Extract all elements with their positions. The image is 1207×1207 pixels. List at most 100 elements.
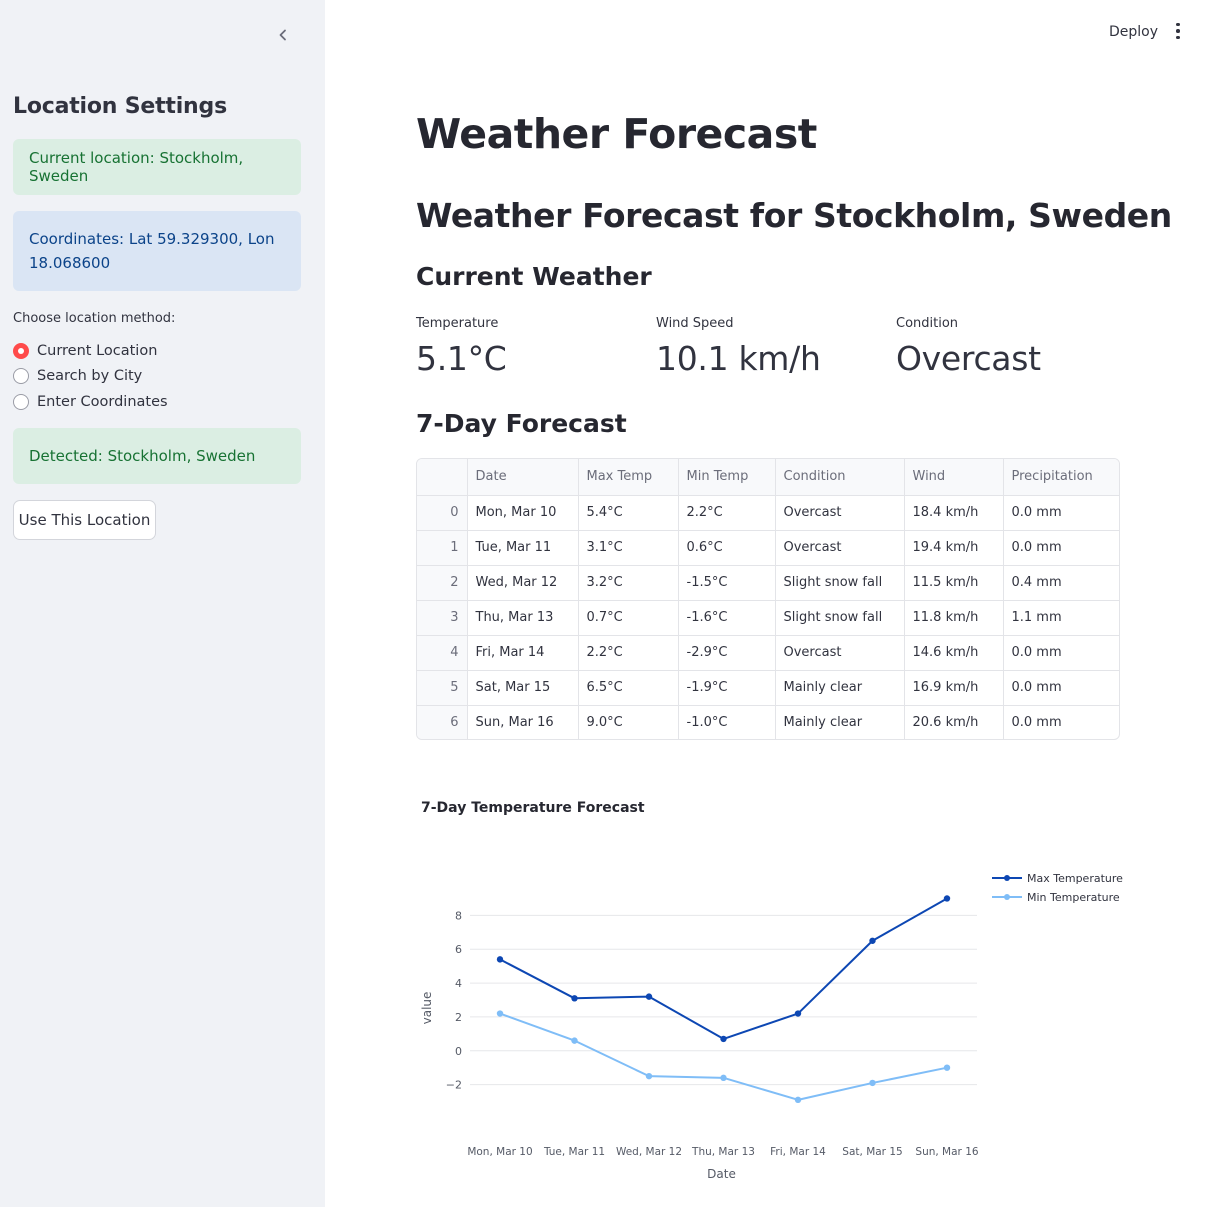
table-cell: Thu, Mar 13: [467, 600, 579, 636]
radio-unselected-icon: [13, 393, 29, 410]
table-cell: Mainly clear: [775, 705, 905, 739]
table-cell: -1.6°C: [678, 600, 776, 636]
radio-selected-icon: [13, 342, 29, 359]
metric-label: Temperature: [416, 316, 499, 331]
table-cell: Sat, Mar 15: [467, 670, 579, 706]
location-method-label: Choose location method:: [13, 311, 176, 326]
table-cell: 0.0 mm: [1003, 635, 1119, 671]
row-index: 5: [417, 670, 468, 706]
table-cell: 9.0°C: [578, 705, 679, 739]
main-menu-button[interactable]: [1170, 20, 1186, 42]
radio-enter-coordinates[interactable]: Enter Coordinates: [13, 389, 168, 415]
metric-label: Wind Speed: [656, 316, 734, 331]
legend-marker: [1004, 875, 1010, 881]
column-header[interactable]: Wind: [904, 459, 1004, 496]
data-point: [943, 1064, 951, 1071]
table-cell: 0.4 mm: [1003, 565, 1119, 601]
table-row[interactable]: 1 Tue, Mar 11 3.1°C 0.6°C Overcast 19.4 km/h 0…: [417, 530, 1119, 566]
chart-title: 7-Day Temperature Forecast: [421, 800, 645, 816]
y-tick-label: 4: [455, 977, 462, 990]
coordinates-alert: Coordinates: Lat 59.329300, Lon 18.06860…: [13, 211, 301, 291]
x-tick-label: Fri, Mar 14: [770, 1146, 826, 1158]
chevron-left-icon: [279, 29, 286, 41]
table-cell: 0.0 mm: [1003, 670, 1119, 706]
table-cell: 0.6°C: [678, 530, 776, 566]
table-cell: Slight snow fall: [775, 565, 905, 601]
row-index: 1: [417, 530, 468, 566]
table-row[interactable]: 4 Fri, Mar 14 2.2°C -2.9°C Overcast 14.6 km/h…: [417, 635, 1119, 671]
row-index: 2: [417, 565, 468, 601]
coordinates-text: Coordinates: Lat 59.329300, Lon 18.06860…: [29, 230, 275, 272]
column-header[interactable]: Date: [467, 459, 579, 496]
column-header[interactable]: [417, 459, 468, 496]
table-cell: 11.8 km/h: [904, 600, 1004, 636]
sidebar-collapse-button[interactable]: [272, 24, 294, 46]
temperature-line-chart[interactable]: −2 0 2 4 6 8 Mon, Mar 10 Tue, Mar 11 Wed, Mar 12…: [410, 850, 1130, 1195]
sidebar: Location Settings Current location: Stoc…: [0, 0, 325, 1207]
table-cell: 16.9 km/h: [904, 670, 1004, 706]
table-cell: 2.2°C: [578, 635, 679, 671]
table-cell: Mainly clear: [775, 670, 905, 706]
temperature-metric: Temperature 5.1°C: [416, 316, 507, 378]
y-tick-label: −2: [446, 1079, 462, 1092]
column-header[interactable]: Precipitation: [1003, 459, 1119, 496]
metric-value: 10.1 km/h: [656, 339, 821, 378]
column-header[interactable]: Max Temp: [578, 459, 679, 496]
data-point: [794, 1010, 802, 1017]
data-point: [645, 993, 653, 1000]
radio-search-by-city[interactable]: Search by City: [13, 364, 168, 390]
detected-location-alert: Detected: Stockholm, Sweden: [13, 428, 301, 484]
y-axis-title: value: [420, 992, 434, 1025]
table-cell: 0.0 mm: [1003, 495, 1119, 531]
x-tick-label: Wed, Mar 12: [616, 1146, 682, 1158]
radio-option-label: Enter Coordinates: [37, 393, 168, 410]
table-header-row: Date Max Temp Min Temp Condition Wind Pr…: [417, 459, 1119, 496]
table-row[interactable]: 5 Sat, Mar 15 6.5°C -1.9°C Mainly clear 16.9 …: [417, 670, 1119, 706]
data-point: [496, 956, 504, 963]
x-tick-label: Sun, Mar 16: [915, 1146, 978, 1158]
table-row[interactable]: 2 Wed, Mar 12 3.2°C -1.5°C Slight snow fall 1…: [417, 565, 1119, 601]
data-point: [720, 1074, 727, 1082]
table-row[interactable]: 0 Mon, Mar 10 5.4°C 2.2°C Overcast 18.4 km/h 0…: [417, 495, 1119, 531]
wind-speed-metric: Wind Speed 10.1 km/h: [656, 316, 821, 378]
vertical-dots-icon: [1176, 22, 1180, 27]
table-cell: 20.6 km/h: [904, 705, 1004, 739]
metric-value: Overcast: [896, 339, 1041, 378]
vertical-dots-icon: [1176, 29, 1180, 33]
radio-option-label: Search by City: [37, 368, 143, 385]
y-tick-label: 8: [455, 909, 462, 922]
x-axis-title: Date: [707, 1167, 736, 1181]
metric-value: 5.1°C: [416, 339, 507, 378]
data-point: [571, 1037, 578, 1044]
column-header[interactable]: Min Temp: [678, 459, 776, 496]
forecast-heading: 7-Day Forecast: [416, 409, 627, 438]
use-this-location-button[interactable]: Use This Location: [13, 500, 156, 540]
table-cell: Sun, Mar 16: [467, 705, 579, 739]
table-cell: Tue, Mar 11: [467, 530, 579, 566]
table-cell: Overcast: [775, 635, 905, 671]
table-cell: 0.7°C: [578, 600, 679, 636]
table-cell: -1.5°C: [678, 565, 776, 601]
condition-metric: Condition Overcast: [896, 316, 1041, 378]
table-cell: Wed, Mar 12: [467, 565, 579, 601]
radio-current-location[interactable]: Current Location: [13, 338, 168, 364]
data-point: [496, 1010, 504, 1017]
detected-location-text: Detected: Stockholm, Sweden: [29, 447, 256, 465]
y-tick-label: 6: [455, 943, 462, 956]
table-cell: 11.5 km/h: [904, 565, 1004, 601]
table-cell: 0.0 mm: [1003, 530, 1119, 566]
table-row[interactable]: 6 Sun, Mar 16 9.0°C -1.0°C Mainly clear 20.6 …: [417, 705, 1119, 739]
column-header[interactable]: Condition: [775, 459, 905, 496]
deploy-button[interactable]: Deploy: [1105, 22, 1162, 42]
table-row[interactable]: 3 Thu, Mar 13 0.7°C -1.6°C Slight snow fall 1…: [417, 600, 1119, 636]
row-index: 3: [417, 600, 468, 636]
forecast-table[interactable]: Date Max Temp Min Temp Condition Wind Pr…: [416, 458, 1120, 740]
table-cell: 0.0 mm: [1011, 715, 1062, 731]
legend-label: Min Temperature: [1027, 891, 1120, 904]
table-cell: Overcast: [775, 495, 905, 531]
data-point: [571, 995, 578, 1002]
table-cell: 6.5°C: [578, 670, 679, 706]
series-line: [499, 1012, 948, 1101]
y-tick-label: 0: [455, 1045, 462, 1058]
table-cell: Overcast: [775, 530, 905, 566]
